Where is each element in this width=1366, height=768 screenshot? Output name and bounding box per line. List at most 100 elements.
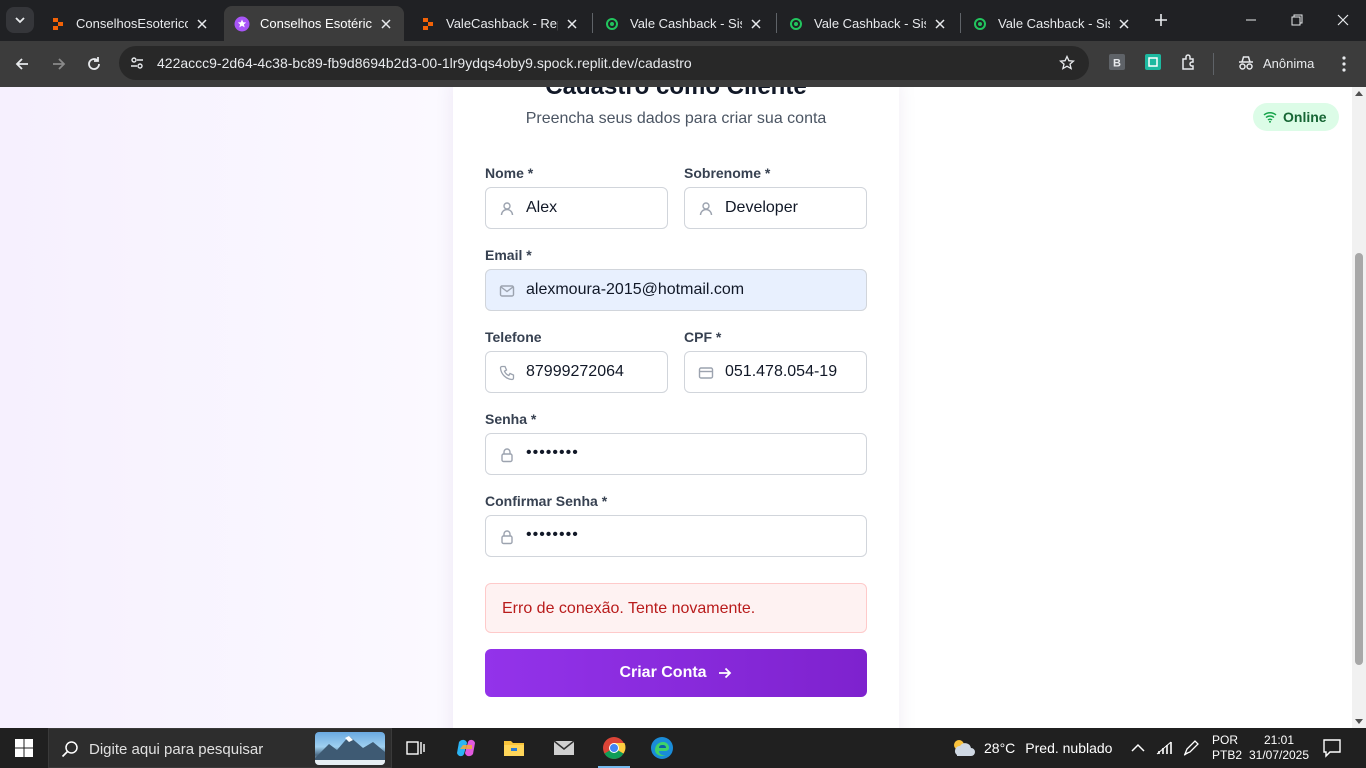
task-view-button[interactable] — [392, 728, 440, 768]
pen-menu-button[interactable] — [1181, 738, 1201, 758]
tab-vale-cashback-1[interactable]: Vale Cashback - Sistem — [594, 6, 774, 41]
confirmar-senha-field[interactable]: •••••••• — [485, 515, 867, 557]
clock-date: 31/07/2025 — [1248, 748, 1310, 762]
pen-icon — [1183, 740, 1199, 756]
weather-widget[interactable]: 28°C Pred. nublado — [950, 728, 1112, 768]
user-icon — [697, 200, 715, 218]
weather-description: Pred. nublado — [1025, 740, 1113, 756]
signup-card: Cadastro como Cliente Preencha seus dado… — [453, 87, 899, 728]
url-text: 422accc9-2d64-4c38-bc89-fb9d8694b2d3-00-… — [157, 55, 692, 71]
nome-value: Alex — [526, 199, 558, 216]
page-scrollbar[interactable] — [1352, 87, 1366, 728]
close-icon[interactable] — [378, 16, 394, 32]
new-tab-button[interactable] — [1150, 9, 1172, 31]
extensions-puzzle-icon[interactable] — [1180, 53, 1198, 71]
tab-conselhosesotericos-replit[interactable]: ConselhosEsotericos - — [40, 6, 220, 41]
extension-b-icon[interactable]: B — [1108, 53, 1126, 71]
sobrenome-label: Sobrenome * — [684, 165, 771, 181]
address-bar[interactable]: 422accc9-2d64-4c38-bc89-fb9d8694b2d3-00-… — [119, 46, 1089, 80]
back-button[interactable] — [8, 50, 36, 78]
criar-conta-button[interactable]: Criar Conta — [485, 649, 867, 697]
cpf-field[interactable]: 051.478.054-19 — [684, 351, 867, 393]
nome-field[interactable]: Alex — [485, 187, 668, 229]
site-info-icon[interactable] — [127, 53, 147, 73]
tab-vale-cashback-2[interactable]: Vale Cashback - Sistem — [778, 6, 958, 41]
close-icon[interactable] — [748, 16, 764, 32]
close-icon[interactable] — [194, 16, 210, 32]
telefone-field[interactable]: 87999272064 — [485, 351, 668, 393]
senha-value: •••••••• — [526, 444, 579, 461]
browser-toolbar: 422accc9-2d64-4c38-bc89-fb9d8694b2d3-00-… — [0, 41, 1366, 87]
restore-button[interactable] — [1274, 0, 1320, 40]
error-alert: Erro de conexão. Tente novamente. — [485, 583, 867, 633]
phone-icon — [498, 364, 516, 382]
folder-icon — [504, 741, 524, 756]
scrollbar-thumb[interactable] — [1355, 253, 1363, 665]
start-button[interactable] — [0, 728, 48, 768]
extension-green-icon[interactable] — [1144, 53, 1162, 71]
tab-valecashback-replit[interactable]: ValeCashback - Replit — [410, 6, 590, 41]
sobrenome-field[interactable]: Developer — [684, 187, 867, 229]
tab-search-button[interactable] — [6, 7, 34, 33]
notification-center-button[interactable] — [1322, 738, 1344, 758]
arrow-right-icon — [718, 667, 731, 679]
mail-app-button[interactable] — [540, 728, 588, 768]
incognito-profile-button[interactable]: Anônima — [1229, 49, 1322, 77]
show-hidden-icons-button[interactable] — [1128, 738, 1148, 758]
senha-field[interactable]: •••••••• — [485, 433, 867, 475]
green-dot-icon — [972, 16, 988, 32]
edge-taskbar-button[interactable] — [638, 728, 686, 768]
minimize-button[interactable] — [1228, 0, 1274, 40]
green-dot-icon — [604, 16, 620, 32]
scroll-up-icon[interactable] — [1355, 91, 1363, 96]
browser-menu-button[interactable] — [1330, 50, 1358, 78]
tab-separator — [776, 13, 777, 33]
chrome-icon — [603, 737, 626, 759]
close-icon[interactable] — [1116, 16, 1132, 32]
tab-vale-cashback-3[interactable]: Vale Cashback - Sistem — [962, 6, 1142, 41]
task-view-icon — [406, 741, 425, 755]
notification-icon — [1323, 739, 1341, 758]
profile-label: Anônima — [1263, 55, 1315, 71]
scroll-down-icon[interactable] — [1355, 719, 1363, 724]
toolbar-divider — [1213, 53, 1214, 75]
telefone-label: Telefone — [485, 329, 542, 345]
reload-icon — [88, 57, 100, 70]
taskbar-clock[interactable]: 21:01 31/07/2025 — [1248, 733, 1310, 763]
tab-conselhos-esotericos[interactable]: Conselhos Esotéricos — [224, 6, 404, 41]
file-explorer-button[interactable] — [490, 728, 538, 768]
search-icon — [61, 741, 78, 758]
arrow-right-icon — [53, 58, 66, 70]
sobrenome-value: Developer — [725, 199, 798, 216]
close-icon[interactable] — [564, 16, 580, 32]
network-status-button[interactable] — [1154, 738, 1174, 758]
email-label: Email * — [485, 247, 532, 263]
edge-icon — [651, 737, 673, 759]
close-icon[interactable] — [932, 16, 948, 32]
taskbar-search-placeholder: Digite aqui para pesquisar — [89, 741, 264, 758]
telefone-value: 87999272064 — [526, 363, 624, 380]
search-highlight-image[interactable] — [315, 732, 385, 765]
wifi-icon — [1156, 741, 1172, 755]
tab-title: ConselhosEsotericos - — [76, 16, 188, 31]
close-window-button[interactable] — [1320, 0, 1366, 40]
svg-text:B: B — [1113, 58, 1121, 70]
replit-icon — [50, 16, 66, 32]
chrome-taskbar-button[interactable] — [590, 728, 638, 768]
windows-logo-icon — [15, 739, 33, 757]
copilot-button[interactable] — [442, 728, 490, 768]
input-language-indicator[interactable]: POR PTB2 — [1212, 733, 1242, 763]
tab-strip: ConselhosEsotericos - Conselhos Esotéric… — [0, 0, 1366, 41]
tab-separator — [960, 13, 961, 33]
bookmark-star-icon[interactable] — [1057, 53, 1077, 73]
forward-button[interactable] — [45, 50, 73, 78]
wifi-icon — [1263, 111, 1277, 123]
clock-time: 21:01 — [1263, 733, 1295, 747]
email-field[interactable]: alexmoura-2015@hotmail.com — [485, 269, 867, 311]
weather-temperature: 28°C — [984, 740, 1016, 756]
copilot-icon — [457, 739, 475, 757]
incognito-icon — [1239, 56, 1253, 70]
taskbar-search-box[interactable]: Digite aqui para pesquisar — [48, 728, 392, 768]
cpf-label: CPF * — [684, 329, 722, 345]
reload-button[interactable] — [80, 50, 108, 78]
